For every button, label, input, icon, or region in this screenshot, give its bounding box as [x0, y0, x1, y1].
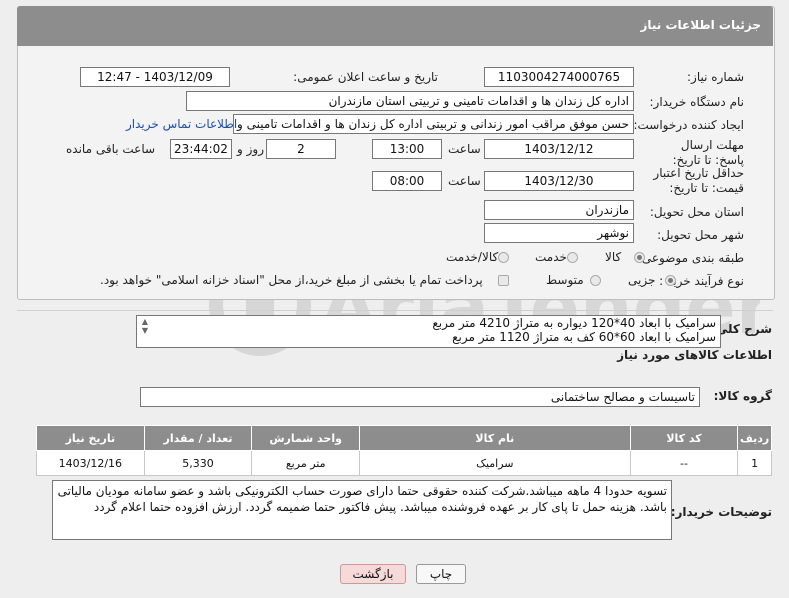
announce-label: تاریخ و ساعت اعلان عمومی:: [293, 70, 438, 84]
deadline-date-field[interactable]: 1403/12/12: [484, 139, 634, 159]
col-code: کد کالا: [629, 425, 739, 451]
treasury-payment-note: پرداخت تمام یا بخشی از مبلغ خرید،از محل …: [100, 273, 483, 287]
province-label: استان محل تحویل:: [649, 205, 744, 219]
category-both-radio[interactable]: [498, 252, 509, 263]
province-field[interactable]: مازندران: [484, 200, 634, 220]
category-service-label: خدمت: [535, 250, 567, 264]
category-goods-label: کالا: [605, 250, 622, 264]
divider: [17, 310, 773, 311]
process-partial-label: جزیی: [628, 273, 656, 287]
treasury-payment-checkbox[interactable]: [498, 275, 509, 286]
cell-code: --: [629, 450, 739, 476]
buyer-contact-link[interactable]: اطلاعات تماس خریدار: [126, 117, 237, 131]
category-goods-radio[interactable]: [634, 252, 645, 263]
cell-row: 1: [737, 450, 772, 476]
creator-field[interactable]: حسن موفق مراقب امور زندانی و تربیتی ادار…: [233, 114, 634, 134]
buyer-notes-text: تسویه حدودا 4 ماهه میباشد.شرکت کننده حقو…: [57, 484, 667, 514]
category-both-label: کالا/خدمت: [446, 250, 499, 264]
creator-label: ایجاد کننده درخواست:: [633, 118, 744, 132]
cell-unit: متر مربع: [251, 450, 360, 476]
buyer-notes-textarea[interactable]: تسویه حدودا 4 ماهه میباشد.شرکت کننده حقو…: [52, 480, 672, 540]
deadline-time-field[interactable]: 13:00: [372, 139, 442, 159]
cell-qty: 5,330: [143, 450, 253, 476]
deadline-time-label: ساعت: [448, 142, 481, 156]
cell-name: سرامیک: [358, 450, 631, 476]
announce-datetime-field[interactable]: 1403/12/09 - 12:47: [80, 67, 230, 87]
print-button[interactable]: چاپ: [416, 564, 466, 584]
validity-date-field[interactable]: 1403/12/30: [484, 171, 634, 191]
validity-time-field[interactable]: 08:00: [372, 171, 442, 191]
city-label: شهر محل تحویل:: [657, 228, 744, 242]
goods-group-field[interactable]: تاسیسات و مصالح ساختمانی: [140, 387, 700, 407]
process-medium-radio[interactable]: [590, 275, 601, 286]
description-line-1: سرامیک با ابعاد 40*120 دیواره به متراژ 4…: [432, 316, 716, 330]
goods-table: ردیف کد کالا نام کالا واحد شمارش تعداد /…: [36, 425, 772, 476]
deadline-label: مهلت ارسال پاسخ: تا تاریخ:: [672, 138, 744, 167]
category-label: طبقه بندی موضوعی:: [637, 251, 744, 265]
validity-time-label: ساعت: [448, 174, 481, 188]
city-field[interactable]: نوشهر: [484, 223, 634, 243]
panel-header: جزئیات اطلاعات نیاز: [17, 6, 773, 46]
col-date: تاریخ نیاز: [36, 425, 145, 451]
process-partial-radio[interactable]: [665, 275, 676, 286]
process-medium-label: متوسط: [546, 273, 584, 287]
days-label: روز و: [237, 142, 264, 156]
need-number-field[interactable]: 1103004274000765: [484, 67, 634, 87]
table-row: 1 -- سرامیک متر مربع 5,330 1403/12/16: [36, 450, 772, 476]
buyer-notes-label: توضیحات خریدار:: [670, 505, 772, 519]
goods-group-label: گروه کالا:: [713, 389, 772, 403]
buyer-org-label: نام دستگاه خریدار:: [649, 95, 745, 109]
days-field[interactable]: 2: [266, 139, 336, 159]
remaining-label: ساعت باقی مانده: [66, 142, 156, 156]
col-qty: تعداد / مقدار: [143, 425, 253, 451]
goods-section-title: اطلاعات کالاهای مورد نیاز: [617, 348, 772, 362]
col-unit: واحد شمارش: [251, 425, 360, 451]
scroll-arrows-icon[interactable]: ▲ ▼: [140, 317, 150, 347]
need-number-label: شماره نیاز:: [687, 70, 744, 84]
description-line-2: سرامیک با ابعاد 60*60 کف به متراژ 1120 م…: [452, 330, 716, 344]
cell-date: 1403/12/16: [36, 450, 145, 476]
back-button[interactable]: بازگشت: [340, 564, 406, 584]
description-textarea[interactable]: سرامیک با ابعاد 40*120 دیواره به متراژ 4…: [136, 315, 721, 348]
remaining-time-field[interactable]: 23:44:02: [170, 139, 232, 159]
buyer-org-field[interactable]: اداره کل زندان ها و اقدامات تامینی و ترب…: [186, 91, 634, 111]
page-title: جزئیات اطلاعات نیاز: [640, 18, 761, 32]
col-row: ردیف: [737, 425, 772, 451]
col-name: نام کالا: [358, 425, 631, 451]
goods-table-header: ردیف کد کالا نام کالا واحد شمارش تعداد /…: [36, 425, 772, 451]
category-service-radio[interactable]: [567, 252, 578, 263]
validity-label: حداقل تاریخ اعتبار قیمت: تا تاریخ:: [653, 166, 744, 195]
